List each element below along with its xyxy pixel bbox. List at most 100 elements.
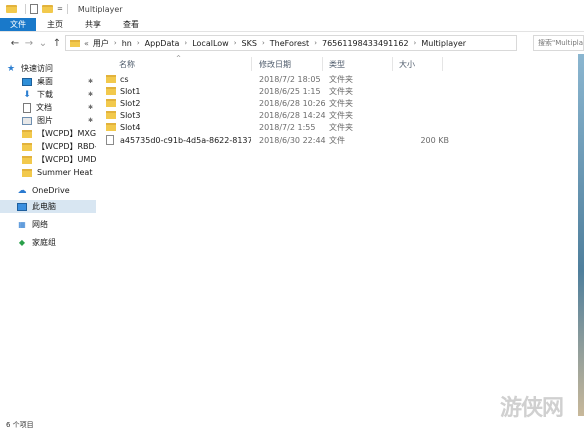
folder-icon xyxy=(106,87,116,95)
sidebar-item-this-pc[interactable]: 此电脑 xyxy=(0,200,96,213)
column-header-type[interactable]: 类型 xyxy=(329,57,345,71)
file-date: 2018/7/2 1:55 xyxy=(259,122,316,132)
window-title: Multiplayer xyxy=(77,4,123,14)
sidebar-item-documents[interactable]: 文档 ✱ xyxy=(0,101,96,114)
sidebar-item-homegroup[interactable]: ◆ 家庭组 xyxy=(0,236,96,249)
sidebar-item-downloads[interactable]: ⬇ 下载 ✱ xyxy=(0,88,96,101)
forward-button[interactable]: → xyxy=(22,38,36,49)
new-folder-icon[interactable] xyxy=(42,5,53,13)
ribbon-tabs: 文件 主页 共享 查看 xyxy=(0,18,584,32)
folder-icon xyxy=(22,129,32,138)
folder-icon xyxy=(106,75,116,83)
pin-icon[interactable]: ✱ xyxy=(88,117,93,124)
sidebar-item-label: 此电脑 xyxy=(32,202,56,211)
breadcrumb-separator[interactable]: › xyxy=(114,39,117,47)
address-bar[interactable]: « 用户 › hn › AppData › LocalLow › SKS › TheFor… xyxy=(65,35,517,51)
column-header-size[interactable]: 大小 xyxy=(399,57,415,71)
file-size xyxy=(399,85,449,97)
table-row[interactable]: Slot4 2018/7/2 1:55 文件夹 xyxy=(96,121,584,133)
column-divider[interactable] xyxy=(251,57,252,71)
address-row: ← → ⌄ ↑ « 用户 › hn › AppData › LocalLow › SKS… xyxy=(0,32,584,54)
customize-quick-access-icon[interactable]: = xyxy=(57,5,63,13)
column-header-date[interactable]: 修改日期 xyxy=(259,57,291,71)
back-button[interactable]: ← xyxy=(8,38,22,49)
breadcrumb-separator[interactable]: › xyxy=(234,39,237,47)
breadcrumb-steamid[interactable]: 76561198433491162 xyxy=(322,39,409,48)
pin-icon[interactable]: ✱ xyxy=(88,91,93,98)
file-date: 2018/6/28 14:24 xyxy=(259,110,326,120)
sidebar-item-folder[interactable]: 【WCPD】UMD-4 xyxy=(0,153,96,166)
pin-icon[interactable]: ✱ xyxy=(88,78,93,85)
sidebar-item-label: 桌面 xyxy=(37,77,53,86)
breadcrumb-appdata[interactable]: AppData xyxy=(145,39,180,48)
breadcrumb-separator[interactable]: › xyxy=(137,39,140,47)
picture-icon xyxy=(22,116,32,125)
tab-home[interactable]: 主页 xyxy=(36,18,74,31)
sidebar-item-folder[interactable]: 【WCPD】RBD-55 xyxy=(0,140,96,153)
cloud-icon: ☁ xyxy=(17,185,27,196)
breadcrumb-separator[interactable]: › xyxy=(414,39,417,47)
homegroup-icon: ◆ xyxy=(18,238,26,247)
folder-icon xyxy=(22,155,32,164)
column-divider[interactable] xyxy=(442,57,443,71)
file-type: 文件夹 xyxy=(329,86,353,96)
file-name: Slot3 xyxy=(120,110,141,120)
sidebar-item-desktop[interactable]: 桌面 ✱ xyxy=(0,75,96,88)
breadcrumb-separator[interactable]: › xyxy=(314,39,317,47)
sidebar-item-pictures[interactable]: 图片 ✱ xyxy=(0,114,96,127)
folder-icon xyxy=(22,142,32,151)
desktop-icon xyxy=(22,77,32,86)
sidebar-item-label: 快速访问 xyxy=(21,64,53,73)
sidebar-item-folder[interactable]: Summer Heat xyxy=(0,166,96,179)
breadcrumb: 用户 › hn › AppData › LocalLow › SKS › TheFores… xyxy=(93,38,466,49)
sidebar-item-label: 家庭组 xyxy=(32,238,56,247)
breadcrumb-locallow[interactable]: LocalLow xyxy=(192,39,229,48)
sidebar-item-label: 网络 xyxy=(32,220,48,229)
column-header-name[interactable]: 名称 xyxy=(119,57,135,71)
tab-share[interactable]: 共享 xyxy=(74,18,112,31)
file-type: 文件夹 xyxy=(329,122,353,132)
table-row[interactable]: Slot2 2018/6/28 10:26 文件夹 xyxy=(96,97,584,109)
table-row[interactable]: cs 2018/7/2 18:05 文件夹 xyxy=(96,73,584,85)
breadcrumb-users[interactable]: 用户 xyxy=(93,38,109,49)
file-name: a45735d0-c91b-4d5a-8622-8137a66... xyxy=(120,135,251,145)
breadcrumb-separator[interactable]: › xyxy=(262,39,265,47)
breadcrumb-separator[interactable]: › xyxy=(184,39,187,47)
tab-file[interactable]: 文件 xyxy=(0,18,36,31)
up-button[interactable]: ↑ xyxy=(50,38,64,49)
navigation-pane: ★ 快速访问 桌面 ✱ ⬇ 下载 ✱ 文档 ✱ 图片 ✱ 【WCPD】MXGS-… xyxy=(0,54,96,416)
table-row[interactable]: Slot1 2018/6/25 1:15 文件夹 xyxy=(96,85,584,97)
sidebar-item-folder[interactable]: 【WCPD】MXGS- xyxy=(0,127,96,140)
recent-locations-button[interactable]: ⌄ xyxy=(36,38,50,49)
column-divider[interactable] xyxy=(392,57,393,71)
overflow-chevron[interactable]: « xyxy=(84,39,89,48)
search-input[interactable]: 搜索"Multiplayer" xyxy=(533,35,584,51)
tab-view[interactable]: 查看 xyxy=(112,18,150,31)
table-row[interactable]: Slot3 2018/6/28 14:24 文件夹 xyxy=(96,109,584,121)
file-type: 文件夹 xyxy=(329,74,353,84)
column-divider[interactable] xyxy=(322,57,323,71)
file-name: Slot4 xyxy=(120,122,141,132)
sidebar-item-label: Summer Heat xyxy=(37,168,93,177)
watermark-logo: 游侠网 xyxy=(500,395,564,421)
file-date: 2018/7/2 18:05 xyxy=(259,74,321,84)
status-bar: 6 个项目 xyxy=(0,416,584,434)
sidebar-item-network[interactable]: ▦ 网络 xyxy=(0,218,96,231)
sidebar-item-label: 文档 xyxy=(36,103,52,112)
sidebar-item-onedrive[interactable]: ☁ OneDrive xyxy=(0,184,96,197)
desktop-background xyxy=(578,54,584,416)
breadcrumb-hn[interactable]: hn xyxy=(122,39,132,48)
computer-icon xyxy=(17,202,27,211)
sidebar-item-label: 【WCPD】RBD-55 xyxy=(37,142,96,151)
breadcrumb-multiplayer[interactable]: Multiplayer xyxy=(421,39,466,48)
file-name: cs xyxy=(120,74,129,84)
sidebar-item-label: OneDrive xyxy=(32,186,70,195)
sidebar-item-quick-access[interactable]: ★ 快速访问 xyxy=(0,62,96,75)
properties-icon[interactable] xyxy=(30,4,38,14)
breadcrumb-sks[interactable]: SKS xyxy=(242,39,257,48)
table-row[interactable]: a45735d0-c91b-4d5a-8622-8137a66... 2018/… xyxy=(96,134,584,146)
pin-icon[interactable]: ✱ xyxy=(88,104,93,111)
breadcrumb-theforest[interactable]: TheForest xyxy=(270,39,309,48)
file-type: 文件夹 xyxy=(329,98,353,108)
download-icon: ⬇ xyxy=(23,89,31,100)
